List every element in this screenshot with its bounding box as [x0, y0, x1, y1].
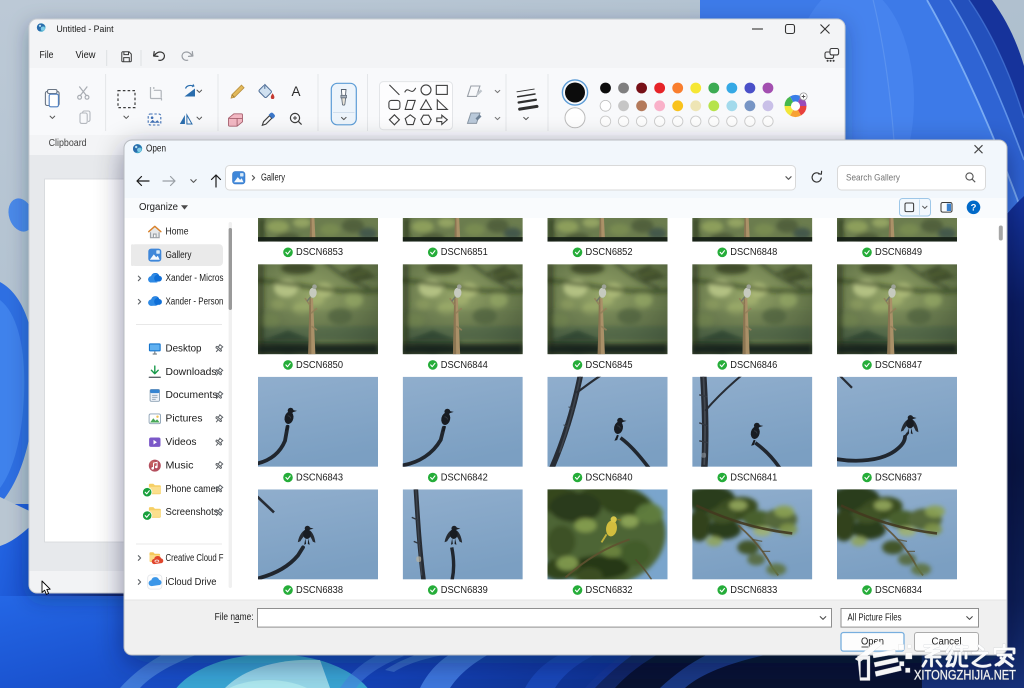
- svg-text:Xander - Micros: Xander - Micros: [166, 273, 224, 284]
- svg-text:Search Gallery: Search Gallery: [846, 173, 900, 184]
- svg-text:Home: Home: [166, 227, 189, 238]
- svg-text:Xander - Person: Xander - Person: [166, 297, 224, 308]
- svg-text:View: View: [76, 50, 97, 61]
- svg-text:File name:: File name:: [215, 612, 254, 623]
- svg-text:Organize: Organize: [139, 202, 178, 213]
- svg-text:DSCN6833: DSCN6833: [730, 585, 777, 596]
- svg-text:File: File: [40, 50, 54, 61]
- svg-text:Clipboard: Clipboard: [49, 138, 87, 149]
- svg-text:Phone camer: Phone camer: [166, 484, 220, 495]
- svg-text:DSCN6843: DSCN6843: [296, 472, 343, 483]
- svg-text:DSCN6852: DSCN6852: [586, 247, 633, 258]
- svg-text:Open: Open: [146, 143, 166, 154]
- svg-text:Creative Cloud F: Creative Cloud F: [166, 553, 224, 564]
- svg-text:Documents: Documents: [166, 390, 218, 401]
- svg-text:DSCN6847: DSCN6847: [875, 360, 922, 371]
- svg-text:Downloads: Downloads: [166, 367, 217, 378]
- svg-text:DSCN6832: DSCN6832: [586, 585, 633, 596]
- svg-text:DSCN6834: DSCN6834: [875, 585, 922, 596]
- svg-text:Pictures: Pictures: [166, 414, 203, 425]
- svg-text:Gallery: Gallery: [261, 173, 285, 184]
- svg-text:DSCN6849: DSCN6849: [875, 247, 922, 258]
- svg-text:All Picture Files: All Picture Files: [848, 613, 902, 624]
- svg-text:Gallery: Gallery: [166, 250, 192, 261]
- svg-text:DSCN6845: DSCN6845: [586, 360, 633, 371]
- svg-text:DSCN6838: DSCN6838: [296, 585, 343, 596]
- svg-text:DSCN6844: DSCN6844: [441, 360, 488, 371]
- svg-text:DSCN6846: DSCN6846: [730, 360, 777, 371]
- svg-text:?: ?: [971, 202, 977, 213]
- svg-text:Screenshots: Screenshots: [166, 507, 219, 518]
- svg-text:DSCN6848: DSCN6848: [730, 247, 777, 258]
- svg-text:XITONGZHIJIA.NET: XITONGZHIJIA.NET: [914, 668, 1016, 684]
- svg-text:Desktop: Desktop: [166, 343, 202, 354]
- svg-text:DSCN6851: DSCN6851: [441, 247, 488, 258]
- svg-text:DSCN6850: DSCN6850: [296, 360, 343, 371]
- svg-text:DSCN6837: DSCN6837: [875, 472, 922, 483]
- svg-text:DSCN6839: DSCN6839: [441, 585, 488, 596]
- svg-text:DSCN6853: DSCN6853: [296, 247, 343, 258]
- svg-text:DSCN6840: DSCN6840: [586, 472, 633, 483]
- svg-text:Untitled - Paint: Untitled - Paint: [57, 24, 114, 35]
- svg-text:DSCN6841: DSCN6841: [730, 472, 777, 483]
- svg-text:Music: Music: [166, 460, 194, 471]
- svg-text:Videos: Videos: [166, 437, 197, 448]
- svg-text:A: A: [291, 84, 300, 99]
- svg-text:iCloud Drive: iCloud Drive: [166, 577, 217, 588]
- svg-text:DSCN6842: DSCN6842: [441, 472, 488, 483]
